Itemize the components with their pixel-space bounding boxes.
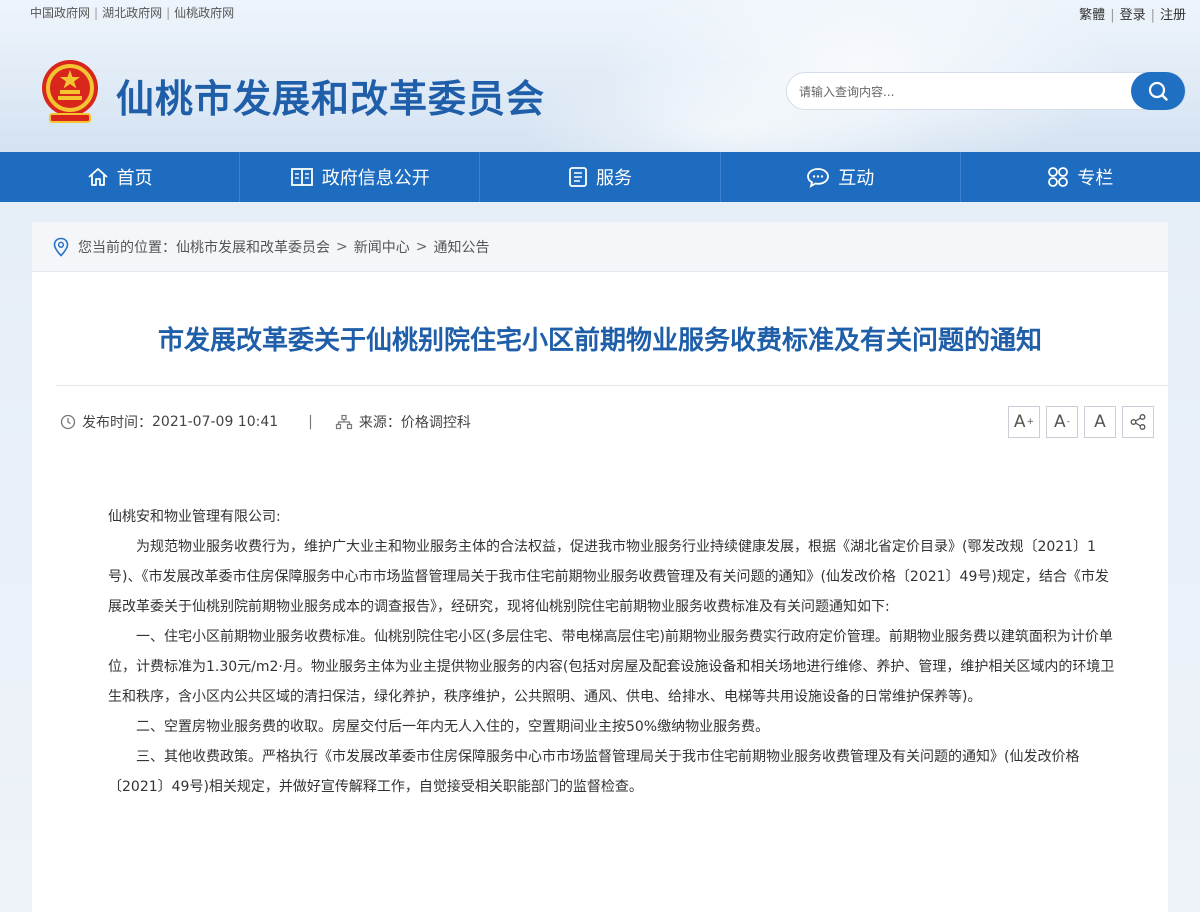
font-decrease-button[interactable]: A- [1046, 406, 1078, 438]
breadcrumb-item-notices[interactable]: 通知公告 [433, 237, 489, 257]
source-value: 价格调控科 [400, 415, 471, 431]
article-paragraph: 二、空置房物业服务费的收取。房屋交付后一年内无人入住的，空置期间业主按50%缴纳… [136, 719, 770, 735]
site-title[interactable]: 仙桃市发展和改革委员会 [116, 68, 545, 123]
register-link[interactable]: 注册 [1160, 8, 1186, 23]
search-box [786, 72, 1186, 110]
nav-item-service[interactable]: 服务 [480, 152, 721, 202]
article-paragraph: 三、其他收费政策。严格执行《市发展改革委市住房保障服务中心市市场监督管理局关于我… [108, 749, 1080, 795]
font-increase-button[interactable]: A + [1008, 406, 1040, 438]
breadcrumb: 您当前的位置： 仙桃市发展和改革委员会 > 新闻中心 > 通知公告 [32, 222, 1168, 272]
book-icon [290, 168, 313, 186]
site-header: 中国政府网 | 湖北政府网 | 仙桃政府网 繁體 | 登录 | 注册 仙桃市发展和改革委员会 [0, 0, 1200, 152]
breadcrumb-separator: > [415, 238, 428, 255]
font-reset-label: A [1094, 412, 1106, 432]
top-links: 中国政府网 | 湖北政府网 | 仙桃政府网 [30, 4, 234, 21]
font-decrease-label: A [1054, 412, 1066, 432]
article-body: 仙桃安和物业管理有限公司: 为规范物业服务收费行为，维护广大业主和物业服务主体的… [108, 502, 1118, 802]
chat-icon [807, 168, 830, 188]
nav-item-label: 政府信息公开 [321, 168, 430, 189]
search-button[interactable] [1131, 72, 1185, 110]
top-right-links: 繁體 | 登录 | 注册 [1079, 4, 1186, 23]
home-icon [87, 168, 108, 186]
separator: | [1110, 8, 1115, 23]
article-tools: A + A- A [1008, 406, 1154, 438]
nav-item-label: 服务 [596, 168, 632, 189]
article-meta: 发布时间： 2021-07-09 10:41 | 来源： 价格调控科 [60, 412, 471, 432]
nav-item-gov-info[interactable]: 政府信息公开 [240, 152, 481, 202]
article-paragraph: 为规范物业服务收费行为，维护广大业主和物业服务主体的合法权益，促进我市物业服务行… [108, 539, 1109, 615]
publish-time: 2021-07-09 10:41 [152, 414, 279, 430]
publish-label: 发布时间： [82, 415, 152, 431]
source-label: 来源： [358, 415, 401, 431]
article-paragraph: 一、住宅小区前期物业服务收费标准。仙桃别院住宅小区(多层住宅、带电梯高层住宅)前… [108, 629, 1115, 705]
nav-item-home[interactable]: 首页 [0, 152, 241, 202]
search-icon [1148, 81, 1168, 101]
search-input[interactable] [799, 81, 1119, 103]
meta-separator: | [308, 414, 313, 430]
breadcrumb-prefix: 您当前的位置： [78, 239, 176, 256]
separator: | [166, 6, 171, 20]
article-title: 市发展改革委关于仙桃别院住宅小区前期物业服务收费标准及有关问题的通知 [157, 326, 1042, 356]
nav-item-label: 互动 [838, 168, 875, 189]
font-increase-label: A [1013, 412, 1026, 432]
nav-item-label: 首页 [116, 168, 153, 189]
share-icon [1130, 414, 1146, 430]
login-link[interactable]: 登录 [1120, 8, 1146, 23]
nav-item-interaction[interactable]: 互动 [721, 152, 961, 202]
separator: | [94, 6, 99, 20]
top-link-hubei[interactable]: 湖北政府网 [102, 4, 162, 21]
separator: | [1150, 8, 1155, 23]
breadcrumb-item-news[interactable]: 新闻中心 [354, 237, 410, 257]
font-reset-button[interactable]: A [1084, 406, 1116, 438]
traditional-chinese-link[interactable]: 繁體 [1079, 8, 1105, 23]
top-link-gov[interactable]: 中国政府网 [30, 4, 90, 21]
article-panel: 市发展改革委关于仙桃别院住宅小区前期物业服务收费标准及有关问题的通知 发布时间：… [32, 272, 1168, 912]
location-pin-icon [53, 237, 69, 257]
source-icon [335, 414, 352, 430]
article-salutation: 仙桃安和物业管理有限公司: [108, 509, 281, 525]
clock-icon [60, 414, 76, 430]
divider [56, 385, 1168, 386]
breadcrumb-separator: > [336, 238, 348, 255]
national-emblem-icon [42, 60, 98, 123]
list-icon [569, 167, 587, 187]
top-link-xiantao[interactable]: 仙桃政府网 [174, 4, 234, 21]
main-nav: 首页 政府信息公开 服务 互动 专栏 [0, 152, 1200, 202]
nav-item-column[interactable]: 专栏 [961, 152, 1200, 202]
share-button[interactable] [1122, 406, 1154, 438]
grid-icon [1048, 167, 1069, 187]
nav-item-label: 专栏 [1077, 168, 1114, 189]
breadcrumb-item-home[interactable]: 仙桃市发展和改革委员会 [176, 237, 330, 257]
